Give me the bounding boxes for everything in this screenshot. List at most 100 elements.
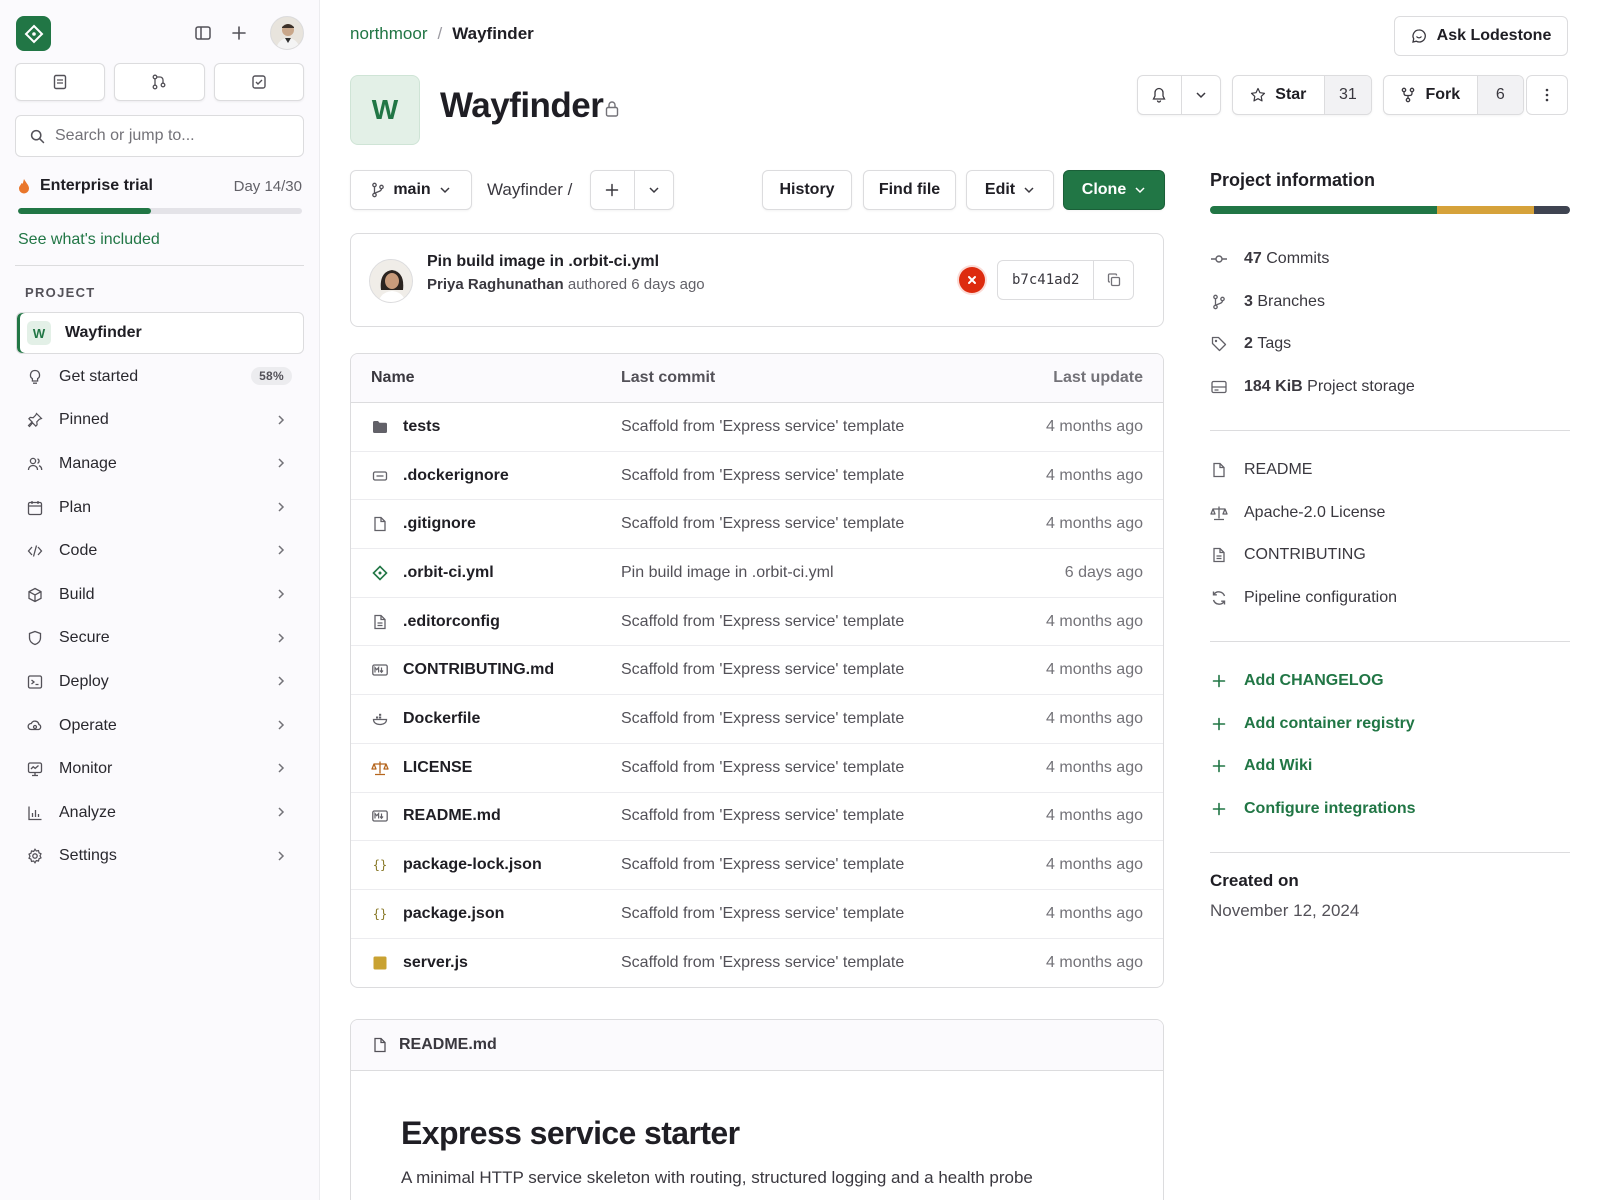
edit-button[interactable]: Edit	[966, 170, 1054, 210]
file-name-link[interactable]: .orbit-ci.yml	[403, 564, 494, 582]
file-name-link[interactable]: server.js	[403, 954, 468, 972]
file-commit-link[interactable]: Scaffold from 'Express service' template	[621, 710, 1011, 728]
file-commit-link[interactable]: Scaffold from 'Express service' template	[621, 515, 1011, 533]
add-wiki-link[interactable]: Add Wiki	[1210, 745, 1570, 788]
table-row[interactable]: .orbit-ci.yml Pin build image in .orbit-…	[351, 549, 1163, 598]
notification-dropdown-button[interactable]	[1180, 76, 1220, 114]
sidebar-item-get-started[interactable]: Get started 58%	[16, 355, 304, 399]
author-avatar[interactable]	[369, 259, 413, 303]
history-button[interactable]: History	[762, 170, 852, 210]
notification-button[interactable]	[1138, 76, 1181, 114]
sidebar-item-pinned[interactable]: Pinned	[16, 399, 304, 443]
table-row[interactable]: LICENSE Scaffold from 'Express service' …	[351, 744, 1163, 793]
pipeline-failed-icon[interactable]	[959, 267, 985, 293]
find-file-button[interactable]: Find file	[863, 170, 956, 210]
readme-link[interactable]: README	[1210, 449, 1570, 492]
table-row[interactable]: {} package-lock.json Scaffold from 'Expre…	[351, 841, 1163, 890]
branch-selector[interactable]: main	[350, 170, 472, 210]
file-name-link[interactable]: CONTRIBUTING.md	[403, 661, 554, 679]
breadcrumb-group-link[interactable]: northmoor	[350, 24, 427, 44]
storage-stat-link[interactable]: 184 KiB Project storage	[1210, 366, 1570, 409]
file-commit-link[interactable]: Scaffold from 'Express service' template	[621, 954, 1011, 972]
sidebar-shortcut-buttons	[15, 63, 304, 101]
table-row[interactable]: .dockerignore Scaffold from 'Express ser…	[351, 452, 1163, 501]
file-name-link[interactable]: LICENSE	[403, 759, 472, 777]
table-row[interactable]: server.js Scaffold from 'Express service…	[351, 939, 1163, 988]
link-label: Apache-2.0 License	[1244, 503, 1386, 521]
commit-message-link[interactable]: Pin build image in .orbit-ci.yml	[427, 253, 659, 271]
table-row[interactable]: .gitignore Scaffold from 'Express servic…	[351, 500, 1163, 550]
search-input[interactable]: Search or jump to...	[15, 115, 304, 157]
brand-logo-icon[interactable]	[16, 16, 51, 51]
file-commit-link[interactable]: Scaffold from 'Express service' template	[621, 759, 1011, 777]
file-name-link[interactable]: README.md	[403, 807, 501, 825]
add-file-button[interactable]	[591, 171, 634, 209]
sidebar-item-deploy[interactable]: Deploy	[16, 660, 304, 704]
file-name-link[interactable]: Dockerfile	[403, 710, 480, 728]
sidebar-item-secure[interactable]: Secure	[16, 617, 304, 661]
sidebar-item-code[interactable]: Code	[16, 529, 304, 573]
file-commit-link[interactable]: Scaffold from 'Express service' template	[621, 807, 1011, 825]
sidebar-item-plan[interactable]: Plan	[16, 486, 304, 530]
star-button[interactable]: Star	[1233, 76, 1324, 114]
license-link[interactable]: Apache-2.0 License	[1210, 492, 1570, 535]
trial-details-link[interactable]: See what's included	[18, 231, 302, 249]
table-row[interactable]: Dockerfile Scaffold from 'Express servic…	[351, 695, 1163, 744]
table-row[interactable]: tests Scaffold from 'Express service' te…	[351, 403, 1163, 452]
commit-sha[interactable]: b7c41ad2	[998, 261, 1093, 299]
file-name-link[interactable]: package.json	[403, 905, 504, 923]
sidebar-item-operate[interactable]: Operate	[16, 704, 304, 748]
pipeline-config-link[interactable]: Pipeline configuration	[1210, 577, 1570, 620]
file-icon	[371, 515, 389, 533]
commits-stat-link[interactable]: 47 Commits	[1210, 238, 1570, 281]
file-commit-link[interactable]: Scaffold from 'Express service' template	[621, 467, 1011, 485]
file-name-link[interactable]: .gitignore	[403, 515, 476, 533]
merge-requests-shortcut-button[interactable]	[114, 63, 205, 101]
file-commit-link[interactable]: Scaffold from 'Express service' template	[621, 661, 1011, 679]
more-actions-button[interactable]	[1526, 75, 1568, 115]
fork-count[interactable]: 6	[1476, 76, 1523, 114]
star-count[interactable]: 31	[1323, 76, 1371, 114]
todos-shortcut-button[interactable]	[213, 63, 304, 101]
tags-stat-link[interactable]: 2 Tags	[1210, 323, 1570, 366]
table-row[interactable]: README.md Scaffold from 'Express service…	[351, 793, 1163, 842]
configure-integrations-link[interactable]: Configure integrations	[1210, 788, 1570, 831]
table-row[interactable]: .editorconfig Scaffold from 'Express ser…	[351, 598, 1163, 647]
sidebar-item-manage[interactable]: Manage	[16, 442, 304, 486]
ask-assistant-button[interactable]: Ask Lodestone	[1394, 16, 1568, 56]
user-avatar[interactable]	[270, 16, 304, 50]
branches-stat-link[interactable]: 3 Branches	[1210, 281, 1570, 324]
file-updated: 4 months ago	[1046, 953, 1143, 971]
file-commit-link[interactable]: Scaffold from 'Express service' template	[621, 418, 1011, 436]
readme-filename-link[interactable]: README.md	[399, 1036, 497, 1054]
table-row[interactable]: CONTRIBUTING.md Scaffold from 'Express s…	[351, 646, 1163, 696]
issues-shortcut-button[interactable]	[15, 63, 106, 101]
fork-button[interactable]: Fork	[1384, 76, 1477, 114]
breadcrumb-project[interactable]: Wayfinder	[452, 24, 534, 44]
file-name-link[interactable]: package-lock.json	[403, 856, 542, 874]
create-new-icon[interactable]	[228, 22, 250, 44]
file-commit-link[interactable]: Scaffold from 'Express service' template	[621, 856, 1011, 874]
sidebar-item-build[interactable]: Build	[16, 573, 304, 617]
file-commit-link[interactable]: Scaffold from 'Express service' template	[621, 905, 1011, 923]
commit-author-link[interactable]: Priya Raghunathan	[427, 276, 564, 293]
sidebar-toggle-icon[interactable]	[192, 22, 214, 44]
table-row[interactable]: {} package.json Scaffold from 'Express se…	[351, 890, 1163, 939]
copy-sha-button[interactable]	[1093, 261, 1133, 299]
sidebar-item-settings[interactable]: Settings	[16, 835, 304, 879]
sidebar-item-project[interactable]: W Wayfinder	[16, 312, 304, 354]
file-name-link[interactable]: .editorconfig	[403, 613, 500, 631]
language-bar[interactable]	[1210, 206, 1570, 214]
clone-button[interactable]: Clone	[1063, 170, 1165, 210]
add-container-registry-link[interactable]: Add container registry	[1210, 703, 1570, 746]
add-changelog-link[interactable]: Add CHANGELOG	[1210, 660, 1570, 703]
file-name-link[interactable]: tests	[403, 418, 440, 436]
contributing-link[interactable]: CONTRIBUTING	[1210, 534, 1570, 577]
sidebar-item-analyze[interactable]: Analyze	[16, 791, 304, 835]
file-name-link[interactable]: .dockerignore	[403, 467, 509, 485]
add-file-dropdown-button[interactable]	[633, 171, 673, 209]
sidebar-item-monitor[interactable]: Monitor	[16, 747, 304, 791]
file-commit-link[interactable]: Scaffold from 'Express service' template	[621, 613, 1011, 631]
created-label: Created on	[1210, 871, 1299, 890]
file-commit-link[interactable]: Pin build image in .orbit-ci.yml	[621, 564, 1011, 582]
